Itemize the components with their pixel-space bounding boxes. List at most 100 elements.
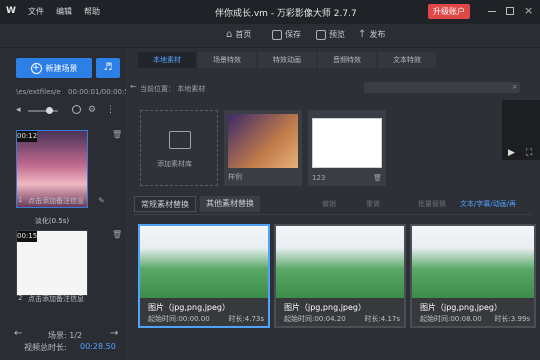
fullscreen-icon[interactable]: ⛶ [526,148,532,158]
text-subtitle-button[interactable]: 文本/字幕/动画/再 [460,199,516,209]
save-button[interactable]: 保存 [272,29,301,40]
menu-file[interactable]: 文件 [28,6,44,17]
prev-scene-icon[interactable]: ← [14,328,22,339]
menu-help[interactable]: 帮助 [84,6,100,17]
play-icon[interactable]: ▶ [508,148,515,158]
batch-replace-button[interactable]: 批量替换 [418,199,446,209]
clip-3-duration: 时长:3.99s [494,315,530,323]
home-button[interactable]: ⌂ 首页 [226,29,251,40]
menu-edit[interactable]: 编辑 [56,6,72,17]
clip-3-preview [412,226,534,298]
current-location: 当前位置： 本地素材 [140,84,205,94]
library-folder-123[interactable]: 123 🗑 [308,110,386,186]
tab-regular-replace[interactable]: 常规素材替换 [134,196,196,212]
transition-label[interactable]: 淡化(0.5s) [16,216,88,226]
clip-1-title: 图片（jpg,png,jpeg） [148,303,230,312]
scene-2-duration: 00:15 [17,231,38,242]
scene-thumbnail-2[interactable]: 00:15 [16,230,88,296]
replace-tabs: 常规素材替换 其他素材替换 [134,196,260,212]
edit-note-icon[interactable]: ✎ [98,196,105,205]
scene-1-delete-icon[interactable]: 🗑 [112,130,122,139]
volume-slider[interactable] [28,110,58,112]
back-icon[interactable]: ← [130,82,137,91]
folder-123-label: 123 [312,174,326,182]
maximize-icon[interactable] [506,7,514,15]
tab-other-replace[interactable]: 其他素材替换 [200,196,260,212]
preview-panel: ▶ ⛶ [502,100,540,160]
clip-3-info: 图片（jpg,png,jpeg） 起始时间:00:08.00 时长:3.99s [412,298,534,326]
clip-1-info: 图片（jpg,png,jpeg） 起始时间:00:00.00 时长:4.73s [140,298,268,326]
clip-2-preview [276,226,404,298]
main-toolbar: ⌂ 首页 保存 预览 ↑ 发布 [0,24,540,48]
clip-1-start: 起始时间:00:00.00 [148,315,210,323]
redo-button[interactable]: 重做 [366,199,380,209]
search-icon[interactable]: ⌕ [513,82,517,92]
clip-2-duration: 时长:4.17s [364,315,400,323]
close-icon[interactable]: × [524,4,533,17]
file-path: \es/extfiles/e [16,88,61,96]
current-location-label: 当前位置： [140,85,175,93]
settings-icon[interactable]: ⚙ [88,105,96,115]
total-duration: 00:28.50 [80,342,116,351]
material-tabs: 本地素材 场景特效 特效动画 音频特效 文本特效 [138,52,436,68]
window-title: 伴你成长.vm - 万彩影像大师 2.7.7 [215,9,357,19]
plus-icon: + [30,62,42,74]
speed-icon[interactable] [72,105,81,114]
library-folder-sample[interactable]: 样例 [224,110,302,186]
new-scene-button[interactable]: + 新建场景 [16,58,92,78]
clip-1-duration: 时长:4.73s [228,315,264,323]
scene-controls: ◂ ⚙ ⋮ [16,105,124,116]
more-icon[interactable]: ⋮ [106,105,115,115]
divider [134,214,532,215]
undo-button[interactable]: 撤销 [322,199,336,209]
save-label: 保存 [285,30,301,39]
clip-2-info: 图片（jpg,png,jpeg） 起始时间:00:04.20 时长:4.17s [276,298,404,326]
tab-effect-animation[interactable]: 特效动画 [258,52,316,68]
minimize-icon[interactable] [488,11,496,12]
next-scene-icon[interactable]: → [110,328,118,339]
tab-audio-effects[interactable]: 音频特效 [318,52,376,68]
material-panel: 本地素材 场景特效 特效动画 音频特效 文本特效 ← 当前位置： 本地素材 ⌕ … [126,48,540,360]
tab-text-effects[interactable]: 文本特效 [378,52,436,68]
publish-button[interactable]: ↑ 发布 [358,29,385,40]
music-settings-button[interactable]: ♬ [96,58,120,78]
clip-card-2[interactable]: 图片（jpg,png,jpeg） 起始时间:00:04.20 时长:4.17s [274,224,406,328]
current-location-value: 本地素材 [177,85,206,93]
scene-count: 场景: 1/2 [48,331,83,340]
title-bar: W 文件 编辑 帮助 伴你成长.vm - 万彩影像大师 2.7.7 升级账户 × [0,0,540,24]
total-duration-label: 视频总时长: [24,343,67,352]
clip-3-title: 图片（jpg,png,jpeg） [420,303,502,312]
scene-2-index: 2 [18,294,23,302]
clip-card-3[interactable]: 图片（jpg,png,jpeg） 起始时间:00:08.00 时长:3.99s [410,224,536,328]
publish-label: 发布 [369,30,386,39]
clip-card-1[interactable]: 图片（jpg,png,jpeg） 起始时间:00:00.00 时长:4.73s [138,224,270,328]
volume-icon[interactable]: ◂ [16,105,21,115]
folder-delete-icon[interactable]: 🗑 [373,174,382,182]
scene-2-delete-icon[interactable]: 🗑 [112,230,122,239]
add-library-label: 添加素材库 [157,160,192,168]
clip-3-start: 起始时间:00:08.00 [420,315,482,323]
scene-1-note[interactable]: 点击添加备注信息 [28,196,84,206]
app-logo: W [6,6,16,16]
folder-123-thumb [312,118,382,168]
music-icon: ♬ [103,62,113,73]
preview-button[interactable]: 预览 [316,29,345,40]
playback-timecode: 00:00:01/00:00:54 [68,88,134,96]
menu-bar: 文件 编辑 帮助 [28,6,100,17]
clip-2-title: 图片（jpg,png,jpeg） [284,303,366,312]
app-window: W 文件 编辑 帮助 伴你成长.vm - 万彩影像大师 2.7.7 升级账户 ×… [0,0,540,360]
folder-add-icon [169,131,191,149]
scene-panel: + 新建场景 ♬ \es/extfiles/e 00:00:01/00:00:5… [10,48,133,360]
window-controls: × [480,0,540,24]
scene-2-note[interactable]: 点击添加备注信息 [28,294,84,304]
add-library-tile[interactable]: 添加素材库 [140,110,218,186]
scene-1-duration: 00:12 [17,131,38,142]
volume-knob[interactable] [46,107,53,114]
tab-scene-effects[interactable]: 场景特效 [198,52,256,68]
scene-1-index: 1 [18,196,23,204]
home-icon: ⌂ [226,29,233,40]
preview-icon [316,29,326,40]
upgrade-button[interactable]: 升级账户 [428,4,470,19]
tab-local-material[interactable]: 本地素材 [138,52,196,68]
search-input[interactable]: ⌕ [364,82,520,93]
